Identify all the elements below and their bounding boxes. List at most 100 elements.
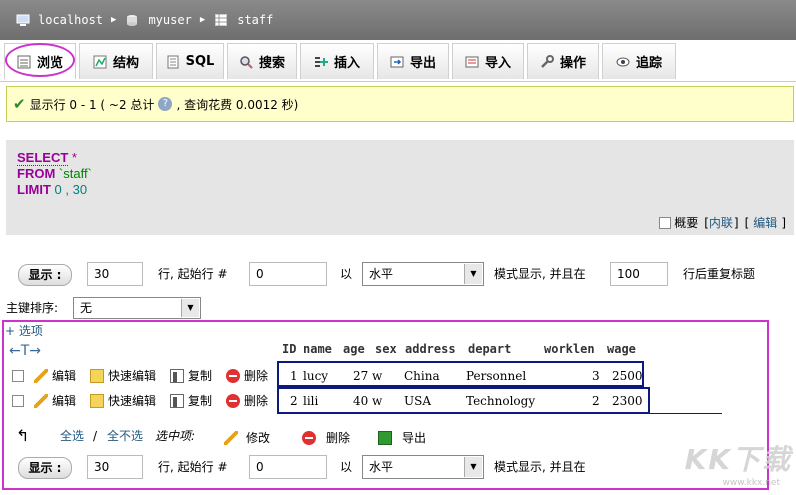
row-checkbox[interactable]: [12, 395, 24, 407]
sort-select[interactable]: 无 ▼: [73, 297, 201, 319]
breadcrumb-table[interactable]: staff: [215, 13, 273, 27]
column-header-name[interactable]: name: [303, 342, 332, 356]
pencil-icon: [224, 430, 238, 445]
sql-from-keyword: FROM: [17, 166, 56, 181]
column-header-wage[interactable]: wage: [607, 342, 636, 356]
row-copy-action[interactable]: 复制: [170, 367, 212, 384]
cell-age[interactable]: 27: [353, 368, 368, 384]
row-quick-edit-label: 快速编辑: [108, 369, 157, 383]
cell-worklen[interactable]: 2: [592, 393, 600, 409]
breadcrumb-database[interactable]: myuser: [126, 13, 192, 27]
quick-edit-icon: [90, 368, 104, 383]
sql-select-rest: *: [68, 150, 77, 165]
column-header-depart[interactable]: depart: [468, 342, 511, 356]
tab-import[interactable]: 导入: [452, 43, 524, 79]
start-row-input[interactable]: 0: [249, 262, 327, 286]
server-icon: [16, 14, 30, 26]
breadcrumb-server[interactable]: localhost: [16, 13, 103, 27]
display-mode-select[interactable]: 水平 ▼: [362, 455, 484, 479]
display-mode-select[interactable]: 水平 ▼: [362, 262, 484, 286]
sql-select-keyword: SELECT: [17, 150, 69, 166]
cell-age[interactable]: 40: [353, 393, 368, 409]
column-resize-arrows-icon[interactable]: ←T→: [9, 339, 41, 363]
eye-icon: [616, 55, 630, 69]
cell-depart[interactable]: Technology: [466, 393, 535, 409]
start-row-input[interactable]: 0: [249, 455, 327, 479]
cell-name[interactable]: lucy: [303, 368, 328, 384]
cell-wage[interactable]: 2300: [612, 393, 643, 409]
structure-icon: [93, 55, 107, 69]
row-checkbox[interactable]: [12, 370, 24, 382]
rows-count-input[interactable]: 30: [87, 262, 143, 286]
column-header-address[interactable]: address: [405, 342, 456, 356]
bulk-export-action[interactable]: 导出: [378, 429, 426, 446]
column-header-id[interactable]: ID: [282, 342, 296, 356]
row-delete-label: 删除: [244, 394, 269, 408]
tab-browse[interactable]: 浏览: [4, 43, 76, 79]
tab-insert-label: 插入: [333, 56, 360, 71]
browse-icon: [17, 55, 31, 69]
row-quick-edit-action[interactable]: 快速编辑: [90, 392, 156, 409]
tab-export-label: 导出: [409, 56, 436, 71]
export-icon: [378, 430, 392, 445]
query-success-notice: ✔ 显示行 0 - 1 ( ~2 总计 ? , 查询花费 0.0012 秒): [6, 86, 794, 122]
row-copy-label: 复制: [188, 369, 213, 383]
cell-id[interactable]: 2: [290, 393, 298, 409]
sort-value: 无: [80, 301, 93, 315]
bulk-modify-action[interactable]: 修改: [224, 429, 270, 446]
site-watermark: KK下载: [684, 443, 792, 476]
cell-id[interactable]: 1: [290, 368, 298, 384]
chevron-down-icon: ▼: [181, 299, 199, 317]
help-icon[interactable]: ?: [158, 97, 173, 111]
bulk-delete-action[interactable]: 删除: [302, 429, 350, 446]
tab-sql[interactable]: SQL: [156, 43, 224, 79]
insert-icon: [314, 55, 328, 69]
row-delete-action[interactable]: 删除: [226, 392, 268, 409]
notice-rows-text: 显示行 0 - 1 ( ~2 总计: [29, 97, 155, 112]
tab-tracking[interactable]: 追踪: [602, 43, 676, 79]
database-icon: [126, 14, 140, 26]
cell-name[interactable]: lili: [303, 393, 318, 409]
column-header-age[interactable]: age: [343, 342, 365, 356]
quick-edit-icon: [90, 393, 104, 408]
inline-edit-link[interactable]: 内联: [709, 214, 733, 231]
row-quick-edit-action[interactable]: 快速编辑: [90, 367, 156, 384]
cell-wage[interactable]: 2500: [612, 368, 643, 384]
site-watermark-url: www.kkx.net: [722, 478, 781, 488]
column-header-sex[interactable]: sex: [375, 342, 397, 356]
sql-query-code[interactable]: SELECT * FROM `staff` LIMIT 0 , 30: [17, 150, 92, 198]
tab-structure-label: 结构: [112, 56, 139, 71]
tab-operations[interactable]: 操作: [527, 43, 599, 79]
row-edit-action[interactable]: 编辑: [34, 367, 76, 384]
repeat-header-input[interactable]: 100: [610, 262, 668, 286]
tab-structure[interactable]: 结构: [79, 43, 153, 79]
wrench-icon: [540, 54, 554, 69]
tab-insert[interactable]: 插入: [300, 43, 374, 79]
cell-worklen[interactable]: 3: [592, 368, 600, 384]
cell-address[interactable]: China: [404, 368, 440, 384]
chevron-down-icon: ▼: [464, 457, 482, 477]
row-copy-action[interactable]: 复制: [170, 392, 212, 409]
select-all-link[interactable]: 全选: [60, 424, 84, 448]
row-delete-action[interactable]: 删除: [226, 367, 268, 384]
cell-address[interactable]: USA: [404, 393, 431, 409]
tab-search-label: 搜索: [258, 56, 285, 71]
profile-checkbox[interactable]: [659, 216, 672, 229]
row-edit-action[interactable]: 编辑: [34, 392, 76, 409]
rows-count-input[interactable]: 30: [87, 455, 143, 479]
tab-operations-label: 操作: [559, 56, 586, 71]
tab-export[interactable]: 导出: [377, 43, 449, 79]
cell-sex[interactable]: w: [372, 368, 382, 384]
column-header-worklen[interactable]: worklen: [544, 342, 595, 356]
deselect-all-link[interactable]: 全不选: [107, 424, 143, 448]
pencil-icon: [34, 368, 48, 383]
search-icon: [239, 55, 253, 69]
edit-query-link[interactable]: 编辑: [753, 214, 777, 231]
copy-icon: [170, 393, 184, 408]
cell-sex[interactable]: w: [372, 393, 382, 409]
row-delete-label: 删除: [244, 369, 269, 383]
tab-search[interactable]: 搜索: [227, 43, 297, 79]
cell-depart[interactable]: Personnel: [466, 368, 526, 384]
show-button[interactable]: 显示 :: [18, 457, 72, 479]
show-button[interactable]: 显示 :: [18, 264, 72, 286]
